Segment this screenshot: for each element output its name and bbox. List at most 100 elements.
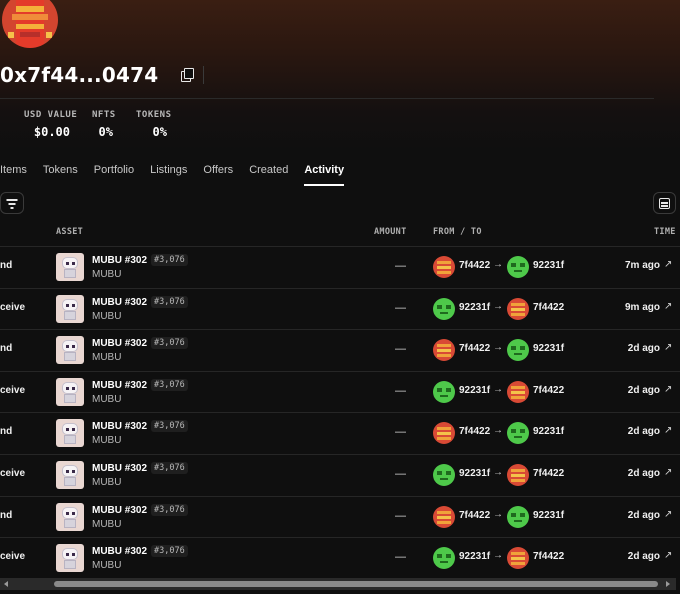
event-time[interactable]: 2d ago <box>628 551 660 562</box>
external-link-icon[interactable]: ↗ <box>664 467 672 478</box>
scroll-left-icon[interactable] <box>4 581 8 587</box>
to-address[interactable]: 7f4422 <box>533 468 564 479</box>
event-time[interactable]: 9m ago <box>625 302 660 313</box>
robot-eye <box>66 553 69 557</box>
asset-thumbnail[interactable] <box>56 461 84 489</box>
asset-thumbnail[interactable] <box>56 419 84 448</box>
column-amount: AMOUNT <box>374 227 407 237</box>
to-address[interactable]: 92231f <box>533 510 564 521</box>
avatar-pixel <box>437 554 442 559</box>
external-link-icon[interactable]: ↗ <box>664 509 672 520</box>
event-time[interactable]: 2d ago <box>628 343 660 354</box>
collection-name[interactable]: MUBU <box>92 435 121 446</box>
from-address[interactable]: 7f4422 <box>459 426 490 437</box>
horizontal-scrollbar[interactable] <box>0 578 676 590</box>
from-address[interactable]: 7f4422 <box>459 510 490 521</box>
asset-thumbnail[interactable] <box>56 336 84 365</box>
event-time[interactable]: 2d ago <box>628 426 660 437</box>
table-row[interactable]: nd MUBU #302 #3,076 MUBU — 7f4422 → 92231f 2d ag… <box>0 412 680 454</box>
asset-thumbnail[interactable] <box>56 377 84 406</box>
asset-thumbnail[interactable] <box>56 502 84 531</box>
collection-name[interactable]: MUBU <box>92 311 121 322</box>
tab-offers[interactable]: Offers <box>203 160 233 190</box>
collection-name[interactable]: MUBU <box>92 269 121 280</box>
amount-value: — <box>395 301 406 314</box>
scrollbar-thumb[interactable] <box>54 581 658 587</box>
to-address[interactable]: 7f4422 <box>533 385 564 396</box>
table-row[interactable]: nd MUBU #302 #3,076 MUBU — 7f4422 → 92231f 2d ag… <box>0 329 680 371</box>
event-time[interactable]: 2d ago <box>628 468 660 479</box>
robot-head <box>62 381 78 394</box>
from-address[interactable]: 7f4422 <box>459 343 490 354</box>
asset-thumbnail[interactable] <box>56 544 84 573</box>
asset-name[interactable]: MUBU #302 <box>92 255 147 266</box>
avatar-pixel <box>46 32 52 38</box>
tab-tokens[interactable]: Tokens <box>43 160 78 190</box>
asset-name[interactable]: MUBU #302 <box>92 505 147 516</box>
table-row[interactable]: ceive MUBU #302 #3,076 MUBU — 92231f → 7f4422 2d… <box>0 454 680 496</box>
to-address[interactable]: 92231f <box>533 343 564 354</box>
external-link-icon[interactable]: ↗ <box>664 301 672 312</box>
scroll-right-icon[interactable] <box>666 581 670 587</box>
asset-name[interactable]: MUBU #302 <box>92 297 147 308</box>
collection-name[interactable]: MUBU <box>92 519 121 530</box>
avatar-pixel <box>8 32 14 38</box>
avatar-pixel <box>437 427 451 431</box>
from-address[interactable]: 92231f <box>459 385 490 396</box>
robot-head <box>62 465 78 477</box>
external-link-icon[interactable]: ↗ <box>664 342 672 353</box>
collection-name[interactable]: MUBU <box>92 560 121 571</box>
tab-activity[interactable]: Activity <box>304 160 344 190</box>
tab-portfolio[interactable]: Portfolio <box>94 160 134 190</box>
from-address[interactable]: 92231f <box>459 551 490 562</box>
table-row[interactable]: ceive MUBU #302 #3,076 MUBU — 92231f → 7f4422 2d… <box>0 370 680 413</box>
copy-icon[interactable] <box>180 68 195 82</box>
filter-icon <box>6 199 18 201</box>
event-time[interactable]: 2d ago <box>628 385 660 396</box>
asset-name[interactable]: MUBU #302 <box>92 380 147 391</box>
table-row[interactable]: nd MUBU #302 #3,076 MUBU — 7f4422 → 92231f 2d ag… <box>0 495 680 538</box>
table-row[interactable]: ceive MUBU #302 #3,076 MUBU — 92231f → 7f4422 2d… <box>0 537 680 579</box>
from-address[interactable]: 92231f <box>459 302 490 313</box>
avatar-pixel <box>511 263 516 267</box>
tab-created[interactable]: Created <box>249 160 288 190</box>
table-view-button[interactable] <box>653 192 676 214</box>
table-view-icon <box>661 205 668 207</box>
external-link-icon[interactable]: ↗ <box>664 259 672 270</box>
table-row[interactable]: ceive MUBU #302 #3,076 MUBU — 92231f → 7f4422 9m… <box>0 287 680 330</box>
asset-name[interactable]: MUBU #302 <box>92 546 147 557</box>
collection-name[interactable]: MUBU <box>92 352 121 363</box>
filter-icon <box>10 207 14 209</box>
external-link-icon[interactable]: ↗ <box>664 384 672 395</box>
table-row[interactable]: nd MUBU #302 #3,076 MUBU — 7f4422 → 92231f 7m ag… <box>0 246 680 288</box>
event-time[interactable]: 7m ago <box>625 260 660 271</box>
to-address[interactable]: 7f4422 <box>533 551 564 562</box>
from-address[interactable]: 92231f <box>459 468 490 479</box>
stat-value: 0% <box>152 125 167 139</box>
robot-body <box>64 477 76 486</box>
rarity-badge: #3,076 <box>151 545 188 558</box>
to-address[interactable]: 7f4422 <box>533 302 564 313</box>
filter-button[interactable] <box>0 192 24 214</box>
rarity-badge: #3,076 <box>151 378 188 391</box>
to-address[interactable]: 92231f <box>533 426 564 437</box>
asset-thumbnail[interactable] <box>56 294 84 323</box>
tab-items[interactable]: Items <box>0 160 27 190</box>
tab-listings[interactable]: Listings <box>150 160 187 190</box>
to-address[interactable]: 92231f <box>533 260 564 271</box>
robot-eye <box>72 303 75 307</box>
asset-name[interactable]: MUBU #302 <box>92 338 147 349</box>
from-address[interactable]: 7f4422 <box>459 260 490 271</box>
to-avatar <box>507 256 529 278</box>
arrow-right-icon: → <box>493 259 503 270</box>
asset-name[interactable]: MUBU #302 <box>92 421 147 432</box>
collection-name[interactable]: MUBU <box>92 477 121 488</box>
asset-name[interactable]: MUBU #302 <box>92 463 147 474</box>
from-avatar <box>433 297 455 320</box>
collection-name[interactable]: MUBU <box>92 394 121 405</box>
asset-thumbnail[interactable] <box>56 253 84 281</box>
external-link-icon[interactable]: ↗ <box>664 425 672 436</box>
avatar-pixel <box>511 479 525 482</box>
external-link-icon[interactable]: ↗ <box>664 550 672 561</box>
event-time[interactable]: 2d ago <box>628 510 660 521</box>
